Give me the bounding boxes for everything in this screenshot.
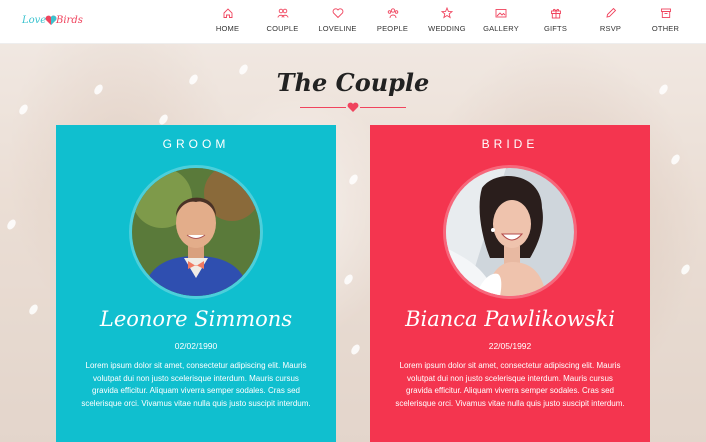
- nav-item-wedding[interactable]: WEDDING: [420, 0, 474, 44]
- divider-line-right: [360, 107, 406, 108]
- nav-item-people[interactable]: PEOPLE: [365, 0, 420, 44]
- nav-label: OTHER: [651, 24, 680, 33]
- gallery-icon: [495, 9, 507, 18]
- nav-item-loveline[interactable]: LOVELINE: [310, 0, 365, 44]
- groom-description: Lorem ipsum dolor sit amet, consectetur …: [81, 361, 311, 408]
- heart-icon: [347, 102, 359, 112]
- groom-portrait-illustration: [132, 168, 260, 296]
- gift-icon: [550, 8, 561, 19]
- star-icon: [441, 7, 453, 19]
- nav-item-couple[interactable]: COUPLE: [255, 0, 310, 44]
- heart-icon: [332, 8, 343, 19]
- petal: [349, 342, 362, 357]
- nav-label: RSVP: [599, 24, 622, 33]
- groom-role-label: GROOM: [162, 137, 230, 151]
- box-icon: [660, 8, 671, 18]
- nav-label: WEDDING: [428, 24, 466, 33]
- top-navigation: Love Birds HOME COUPLE LOVELINE PEOPLE W…: [0, 0, 706, 44]
- bride-birth-date: 22/05/1992: [488, 341, 532, 351]
- bride-photo: [443, 165, 577, 299]
- bride-card: BRIDE Bianca Pawlikowski 22/05/1992 Lore…: [370, 125, 650, 442]
- bride-name: Bianca Pawlikowski: [405, 307, 615, 331]
- nav-item-gallery[interactable]: GALLERY: [474, 0, 528, 44]
- main-menu: HOME COUPLE LOVELINE PEOPLE WEDDING GALL…: [200, 0, 693, 44]
- site-logo[interactable]: Love Birds: [22, 12, 86, 32]
- people-icon: [387, 8, 398, 19]
- groom-card: GROOM Leonore Simmons 02/02/1990 Lorem i…: [56, 125, 336, 442]
- couple-icon: [277, 8, 288, 18]
- petal: [17, 102, 30, 117]
- nav-item-gifts[interactable]: GIFTS: [528, 0, 583, 44]
- logo-text-love: Love: [22, 15, 47, 26]
- title-divider: [300, 102, 406, 114]
- nav-label: HOME: [215, 24, 240, 33]
- divider-line-left: [300, 107, 346, 108]
- nav-item-rsvp[interactable]: RSVP: [583, 0, 638, 44]
- nav-label: GALLERY: [483, 24, 519, 33]
- nav-item-home[interactable]: HOME: [200, 0, 255, 44]
- nav-label: LOVELINE: [318, 24, 357, 33]
- petal: [27, 302, 40, 317]
- bride-description: Lorem ipsum dolor sit amet, consectetur …: [395, 361, 625, 408]
- groom-name: Leonore Simmons: [99, 307, 293, 331]
- home-icon: [223, 8, 232, 18]
- nav-item-other[interactable]: OTHER: [638, 0, 693, 44]
- pencil-icon: [605, 7, 616, 18]
- petal: [679, 262, 692, 277]
- petal: [342, 272, 355, 287]
- petal: [5, 217, 18, 232]
- nav-label: PEOPLE: [376, 24, 409, 33]
- section-title: The Couple: [276, 68, 430, 97]
- petal: [347, 172, 360, 187]
- nav-label: COUPLE: [266, 24, 299, 33]
- nav-label: GIFTS: [543, 24, 568, 33]
- bride-portrait-illustration: [446, 168, 574, 296]
- petal: [669, 152, 682, 167]
- bride-role-label: BRIDE: [481, 137, 539, 151]
- logo-text-birds: Birds: [56, 15, 83, 26]
- groom-photo: [129, 165, 263, 299]
- groom-birth-date: 02/02/1990: [174, 341, 218, 351]
